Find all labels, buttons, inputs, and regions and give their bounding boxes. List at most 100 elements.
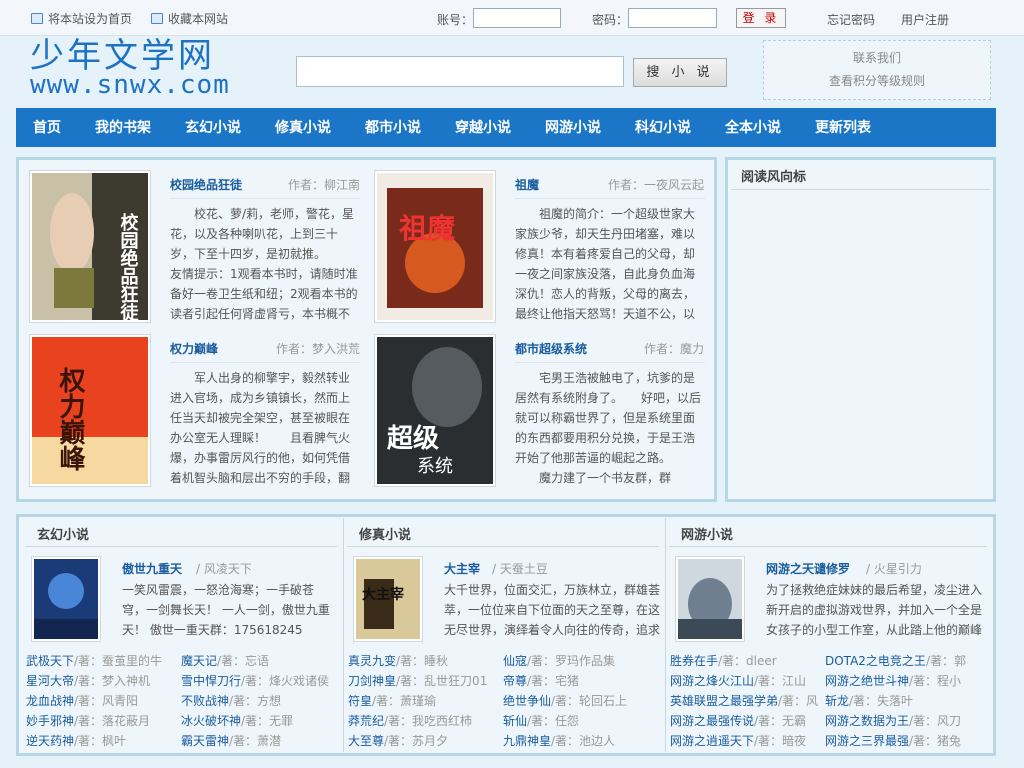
main-nav: 首页 我的书架 玄幻小说 修真小说 都市小说 穿越小说 网游小说 科幻小说 全本… — [16, 108, 996, 147]
nav-xuanhuan[interactable]: 玄幻小说 — [185, 108, 241, 147]
search-input[interactable] — [296, 56, 624, 87]
section-top-title[interactable]: 傲世九重天 — [122, 560, 182, 577]
list-item[interactable]: 网游之逍遥天下/著：暗夜 — [670, 731, 825, 751]
svg-text:系统: 系统 — [417, 456, 453, 477]
list-item[interactable]: 网游之三界最强/著：猪兔 — [825, 731, 985, 751]
list-item[interactable]: 刀剑神皇/著：乱世狂刀01 — [348, 671, 503, 691]
list-item[interactable]: 星河大帝/著：梦入神机 — [26, 671, 181, 691]
list-item[interactable]: 莽荒纪/著：我吃西红柿 — [348, 711, 503, 731]
book-list-right: 仙寇/著：罗玛作品集 帝尊/著：宅猪 绝世争仙/著：轮回石上 斩仙/著：任怨 九… — [503, 651, 663, 751]
book-cover-image — [678, 559, 742, 639]
book-title[interactable]: 都市超级系统 — [515, 340, 587, 357]
section-top-desc: 大千世界，位面交汇，万族林立，群雄荟萃，一位位来自下位面的天之至尊，在这无尽世界… — [444, 583, 660, 637]
svg-text:大主宰: 大主宰 — [362, 586, 404, 603]
divider — [515, 362, 705, 363]
section-title: 网游小说 — [669, 518, 987, 547]
book-cover[interactable]: 校园绝品狂徒 — [29, 170, 151, 323]
list-item[interactable]: 龙血战神/著：风青阳 — [26, 691, 181, 711]
nav-update-list[interactable]: 更新列表 — [815, 108, 871, 147]
book-cover-image: 校园绝品狂徒 — [32, 173, 148, 322]
book-list-left: 武极天下/著：蚕茧里的牛 星河大帝/著：梦入神机 龙血战神/著：风青阳 妙手邪神… — [26, 651, 181, 751]
book-title[interactable]: 权力巅峰 — [170, 340, 218, 357]
list-item[interactable]: 网游之数据为王/著：风刀 — [825, 711, 985, 731]
list-item[interactable]: 帝尊/著：宅猪 — [503, 671, 663, 691]
list-item[interactable]: 逆天药神/著：枫叶 — [26, 731, 181, 751]
nav-bookshelf[interactable]: 我的书架 — [95, 108, 151, 147]
book-cover-image: 超级 系统 — [377, 337, 493, 484]
svg-text:校园绝品狂徒: 校园绝品狂徒 — [118, 212, 140, 320]
nav-wangyou[interactable]: 网游小说 — [545, 108, 601, 147]
bookmark-icon — [151, 13, 163, 24]
section-book-cover[interactable]: 大主宰 — [353, 556, 423, 642]
set-homepage-label: 将本站设为首页 — [48, 12, 133, 26]
list-item[interactable]: 网游之烽火江山/著：江山 — [670, 671, 825, 691]
section-top-author: / 天蚕土豆 — [492, 562, 548, 576]
book-cover-image — [34, 559, 98, 639]
list-item[interactable]: 武极天下/著：蚕茧里的牛 — [26, 651, 181, 671]
divider — [515, 198, 705, 199]
list-item[interactable]: 斩龙/著：失落叶 — [825, 691, 985, 711]
list-item[interactable]: 网游之最强传说/著：无霸 — [670, 711, 825, 731]
login-button[interactable]: 登 录 — [736, 8, 786, 28]
list-item[interactable]: 胜券在手/著：dleer — [670, 651, 825, 671]
book-title[interactable]: 校园绝品狂徒 — [170, 176, 242, 193]
forgot-password-link[interactable]: 忘记密码 — [827, 11, 875, 28]
reading-trends-panel: 阅读风向标 — [725, 157, 996, 502]
list-item[interactable]: 真灵九变/著：睡秋 — [348, 651, 503, 671]
list-item[interactable]: 冰火破坏神/著：无罪 — [181, 711, 341, 731]
nav-quanben[interactable]: 全本小说 — [725, 108, 781, 147]
set-homepage-link[interactable]: 将本站设为首页 — [31, 10, 132, 27]
book-description: 祖魔的简介：一个超级世家大家族少爷，却天生丹田堵塞，难以修真！本有着疼爱自己的父… — [515, 207, 696, 321]
svg-text:祖魔: 祖魔 — [399, 212, 455, 245]
list-item[interactable]: 仙寇/著：罗玛作品集 — [503, 651, 663, 671]
register-link[interactable]: 用户注册 — [901, 11, 949, 28]
book-title[interactable]: 祖魔 — [515, 176, 539, 193]
book-author: 作者：梦入洪荒 — [275, 342, 360, 356]
password-input[interactable] — [628, 8, 717, 28]
contact-link[interactable]: 联系我们 — [853, 51, 901, 65]
nav-home[interactable]: 首页 — [33, 108, 61, 147]
points-rules-link[interactable]: 查看积分等级规则 — [829, 74, 925, 88]
divider — [170, 198, 360, 199]
section-top-title[interactable]: 大主宰 — [444, 560, 480, 577]
site-logo-en[interactable]: www.snwx.com — [30, 72, 230, 98]
section-title: 修真小说 — [347, 518, 659, 547]
book-description: 宅男王浩被触电了，坑爹的是居然有系统附身了。 好吧，以后就可以称霸世界了，但是系… — [515, 371, 702, 485]
list-item[interactable]: 魔天记/著：忘语 — [181, 651, 341, 671]
password-label: 密码： — [592, 13, 629, 27]
home-icon — [31, 13, 43, 24]
section-book-cover[interactable] — [675, 556, 745, 642]
header-links-box: 联系我们 查看积分等级规则 — [763, 40, 991, 100]
list-item[interactable]: 雪中悍刀行/著：烽火戏诸侯 — [181, 671, 341, 691]
book-cover[interactable]: 权力巅峰 — [29, 334, 151, 487]
account-input[interactable] — [473, 8, 561, 28]
list-item[interactable]: 网游之绝世斗神/著：程小 — [825, 671, 985, 691]
section-top-author: / 火星引力 — [866, 562, 922, 576]
book-cover[interactable]: 祖魔 — [374, 170, 496, 323]
nav-kehuan[interactable]: 科幻小说 — [635, 108, 691, 147]
list-item[interactable]: 斩仙/著：任怨 — [503, 711, 663, 731]
list-item[interactable]: 符皇/著：萧瑾瑜 — [348, 691, 503, 711]
list-item[interactable]: 英雄联盟之最强学弟/著：风 — [670, 691, 825, 711]
book-cover[interactable]: 超级 系统 — [374, 334, 496, 487]
section-top-title[interactable]: 网游之天谴修罗 — [766, 560, 850, 577]
list-item[interactable]: 绝世争仙/著：轮回石上 — [503, 691, 663, 711]
nav-chuanyue[interactable]: 穿越小说 — [455, 108, 511, 147]
nav-dushi[interactable]: 都市小说 — [365, 108, 421, 147]
list-item[interactable]: 九鼎神皇/著：池边人 — [503, 731, 663, 751]
list-item[interactable]: 不败战神/著：方想 — [181, 691, 341, 711]
list-item[interactable]: 大至尊/著：苏月夕 — [348, 731, 503, 751]
reading-trends-title: 阅读风向标 — [731, 160, 990, 190]
list-item[interactable]: 霸天雷神/著：萧潜 — [181, 731, 341, 751]
search-button[interactable]: 搜 小 说 — [633, 58, 727, 87]
nav-xiuzhen[interactable]: 修真小说 — [275, 108, 331, 147]
divider — [170, 362, 360, 363]
list-item[interactable]: DOTA2之电竞之王/著：郭 — [825, 651, 985, 671]
bookmark-link[interactable]: 收藏本网站 — [151, 10, 228, 27]
section-book-cover[interactable] — [31, 556, 101, 642]
section-title: 玄幻小说 — [25, 518, 337, 547]
svg-text:权力巅峰: 权力巅峰 — [55, 367, 86, 472]
list-item[interactable]: 妙手邪神/著：落花蔽月 — [26, 711, 181, 731]
section-top-desc: 一笑风雷震，一怒沧海寒；一手破苍穹，一剑舞长天！ 一人一剑，傲世九重天！ 傲世一… — [122, 583, 330, 637]
site-logo-cn[interactable]: 少年文学网 — [30, 38, 215, 74]
